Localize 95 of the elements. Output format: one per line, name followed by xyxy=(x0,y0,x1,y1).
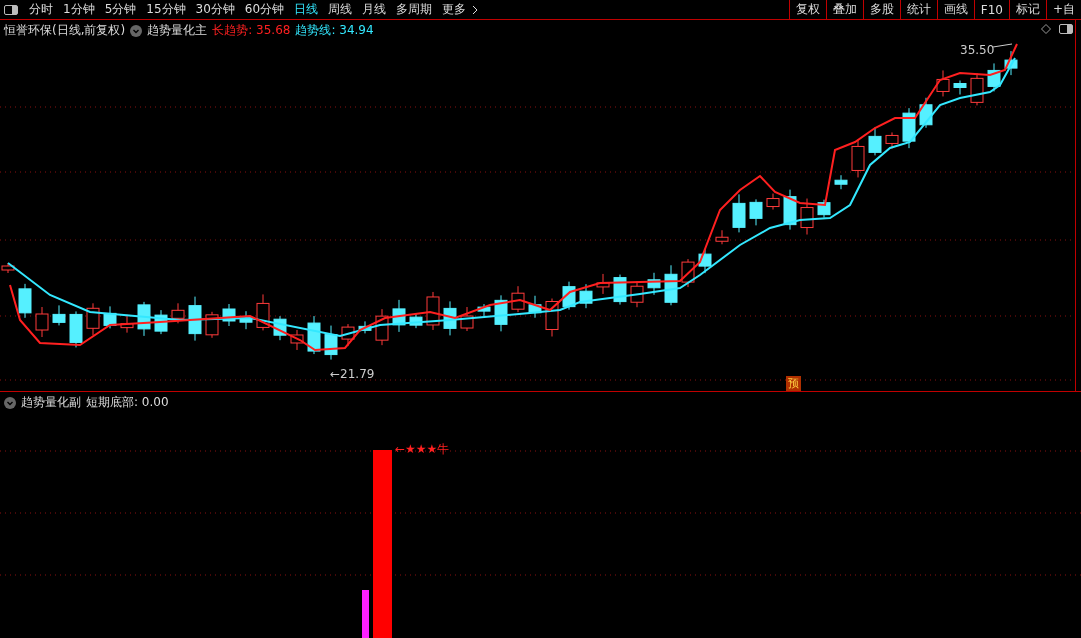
candlestick xyxy=(562,281,576,311)
candlestick xyxy=(579,283,593,309)
candlestick xyxy=(630,280,644,308)
candlestick xyxy=(732,193,746,233)
period-tab[interactable]: 5分钟 xyxy=(99,1,142,18)
candlestick xyxy=(1004,50,1018,76)
period-tab[interactable]: 60分钟 xyxy=(239,1,290,18)
tool-button[interactable]: +自 xyxy=(1045,0,1081,20)
candlestick xyxy=(273,315,287,341)
histogram-bar xyxy=(362,590,369,638)
candlestick xyxy=(443,300,457,336)
candlestick xyxy=(460,306,474,332)
indicator-value: 短期底部: 0.00 xyxy=(86,394,169,411)
indicator-name: 趋势量化副 xyxy=(21,394,81,411)
candlestick xyxy=(205,311,219,339)
candlestick xyxy=(239,310,253,330)
candlestick xyxy=(188,296,202,342)
candlestick xyxy=(613,274,627,306)
period-tab[interactable]: 日线 xyxy=(289,1,324,18)
candlestick xyxy=(375,308,389,346)
period-tab[interactable]: 分时 xyxy=(24,1,58,18)
chevron-down-icon[interactable] xyxy=(130,24,143,37)
tool-button[interactable]: 标记 xyxy=(1008,0,1046,20)
price-label: ←21.79 xyxy=(330,367,375,381)
candlestick xyxy=(766,193,780,211)
candlestick xyxy=(35,306,49,338)
candlestick xyxy=(817,199,831,219)
period-tab[interactable]: 多周期 xyxy=(391,1,438,18)
candlestick xyxy=(18,283,32,319)
candlestick xyxy=(256,293,270,331)
tool-button[interactable]: 多股 xyxy=(862,0,900,20)
candlestick xyxy=(681,258,695,288)
candlestick xyxy=(953,80,967,95)
candlestick xyxy=(545,298,559,337)
candlestick xyxy=(52,304,66,326)
candlestick xyxy=(647,272,661,296)
tool-button[interactable]: 叠加 xyxy=(825,0,863,20)
stock-title: 恒誉环保(日线,前复权) xyxy=(4,22,126,39)
candlestick xyxy=(800,198,814,236)
period-tab[interactable]: 更多 xyxy=(437,1,472,18)
candlestick xyxy=(834,174,848,190)
candlestick xyxy=(783,189,797,231)
tool-button[interactable]: F10 xyxy=(973,0,1009,20)
leader-line xyxy=(992,43,1013,48)
period-tab[interactable]: 1分钟 xyxy=(58,1,100,18)
candlestick xyxy=(511,285,525,313)
tool-button[interactable]: 统计 xyxy=(899,0,937,20)
candlestick xyxy=(409,313,423,329)
layout-toggle-icon[interactable] xyxy=(4,4,18,15)
candlestick xyxy=(103,305,117,329)
tool-button[interactable]: 画线 xyxy=(936,0,974,20)
period-tab[interactable]: 30分钟 xyxy=(190,1,240,18)
candlestick xyxy=(885,131,899,149)
layout-toggle-icon[interactable] xyxy=(1059,24,1073,34)
candlestick xyxy=(749,198,763,226)
series-value: 趋势线: 34.94 xyxy=(295,22,374,39)
candlestick xyxy=(358,320,372,334)
candlestick xyxy=(392,299,406,333)
candlestick xyxy=(494,294,508,332)
chevron-right-icon[interactable] xyxy=(472,4,479,15)
candlestick xyxy=(902,107,916,149)
candlestick xyxy=(851,138,865,178)
candlestick xyxy=(715,229,729,245)
candlestick xyxy=(477,303,491,317)
period-tab[interactable]: 月线 xyxy=(357,1,392,18)
signal-label: ←★★★牛 xyxy=(395,441,450,458)
candlestick xyxy=(664,264,678,306)
candlestick xyxy=(970,72,984,106)
candlestick xyxy=(596,273,610,295)
candlestick xyxy=(936,69,950,97)
candlestick xyxy=(69,310,83,348)
price-label: 35.50 xyxy=(960,43,995,57)
candlestick xyxy=(171,302,185,324)
candlestick xyxy=(290,329,304,351)
candlestick xyxy=(324,325,338,361)
chevron-down-icon[interactable] xyxy=(4,396,16,409)
forecast-badge: 预 xyxy=(786,376,801,391)
candlestick xyxy=(222,303,236,327)
candlestick xyxy=(86,302,100,336)
candlestick xyxy=(120,314,134,334)
candlestick xyxy=(919,97,933,129)
candlestick xyxy=(154,309,168,335)
candlestick xyxy=(307,315,321,355)
tool-button[interactable]: 复权 xyxy=(788,0,826,20)
candlestick xyxy=(137,301,151,337)
indicator-name: 趋势量化主 xyxy=(147,22,208,39)
candlestick xyxy=(698,248,712,274)
series-value: 长趋势: 35.68 xyxy=(212,22,291,39)
candlestick xyxy=(987,62,1001,92)
period-tab[interactable]: 15分钟 xyxy=(141,1,191,18)
candlestick xyxy=(341,323,355,347)
period-tab[interactable]: 周线 xyxy=(323,1,358,18)
candlestick xyxy=(528,295,542,319)
candlestick xyxy=(868,126,882,156)
candlestick xyxy=(426,291,440,331)
